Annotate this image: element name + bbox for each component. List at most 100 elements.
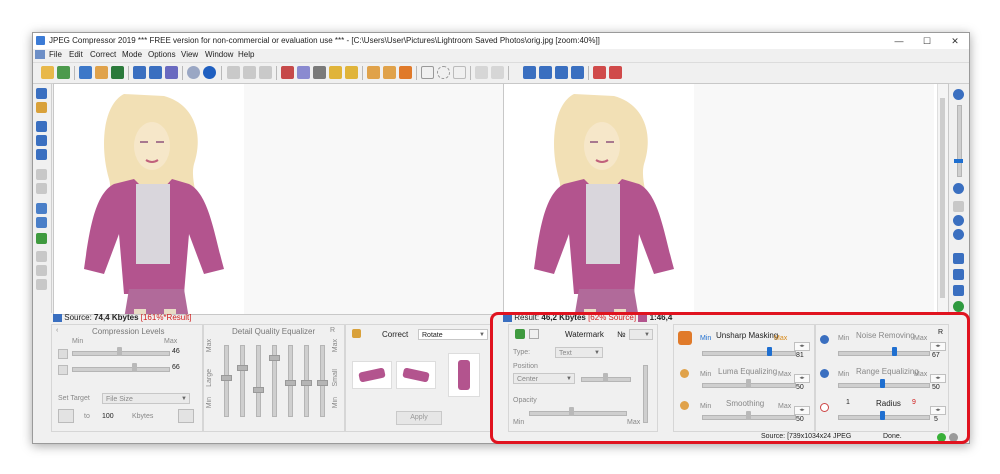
save-icon[interactable] (79, 66, 92, 79)
fit-icon[interactable] (491, 66, 504, 79)
eq-slider-2[interactable] (240, 345, 245, 417)
save-as-icon[interactable] (95, 66, 108, 79)
maximize-button[interactable]: ☐ (913, 33, 941, 49)
list-icon[interactable] (36, 251, 47, 262)
level2-toggle[interactable] (58, 365, 68, 375)
help-icon[interactable] (203, 66, 216, 79)
minimize-button[interactable]: — (885, 33, 913, 49)
zoom-fit-icon[interactable] (36, 135, 47, 146)
zoom-in-right-icon[interactable] (953, 89, 964, 100)
menu-file[interactable]: File (49, 50, 62, 59)
panel-middle-icon[interactable] (953, 269, 964, 280)
zoom-icon[interactable] (36, 121, 47, 132)
eq-knob-5[interactable] (285, 380, 296, 386)
equalizer-reset[interactable]: R (330, 327, 335, 334)
resize-icon[interactable] (297, 66, 310, 79)
level2-slider[interactable] (72, 367, 170, 372)
menu-edit[interactable]: Edit (69, 50, 83, 59)
target-type-select[interactable]: File Size ▼ (102, 393, 190, 404)
eq-knob-4[interactable] (269, 355, 280, 361)
menu-mode[interactable]: Mode (122, 50, 142, 59)
color-bars-icon[interactable] (36, 233, 47, 244)
export-icon[interactable] (111, 66, 124, 79)
result-vscrollbar[interactable] (937, 84, 948, 314)
correct-label: Correct (382, 330, 409, 339)
properties-icon[interactable] (149, 66, 162, 79)
split-view-icon[interactable] (227, 66, 240, 79)
chart-levels-icon[interactable] (36, 217, 47, 228)
result-scroll-thumb[interactable] (940, 98, 945, 298)
eq-knob-1[interactable] (221, 375, 232, 381)
panel-top-icon[interactable] (953, 253, 964, 264)
apply-button[interactable]: Apply (396, 411, 442, 425)
magnet-icon[interactable] (953, 301, 964, 312)
window-icon[interactable] (593, 66, 606, 79)
hand-icon[interactable] (367, 66, 380, 79)
right-toolbar (949, 83, 969, 321)
menu-options[interactable]: Options (148, 50, 176, 59)
menu-help[interactable]: Help (238, 50, 254, 59)
grid-small-icon[interactable] (36, 169, 47, 180)
key-icon[interactable] (36, 102, 47, 113)
fit-window-icon[interactable] (953, 201, 964, 212)
pan-icon[interactable] (383, 66, 396, 79)
crop-icon[interactable] (281, 66, 294, 79)
zoom-out-right-icon[interactable] (953, 183, 964, 194)
eq-knob-2[interactable] (237, 365, 248, 371)
edit-check-icon[interactable] (345, 66, 358, 79)
target-calc-button[interactable] (178, 409, 194, 423)
close-button[interactable]: ✕ (941, 33, 969, 49)
list-thumb-icon[interactable] (36, 279, 47, 290)
menu-correct[interactable]: Correct (90, 50, 116, 59)
eq-slider-1[interactable] (224, 345, 229, 417)
rotate-left-thumb[interactable] (352, 361, 392, 389)
menu-view[interactable]: View (181, 50, 198, 59)
eye-icon[interactable] (313, 66, 326, 79)
layout-horizontal-icon[interactable] (539, 66, 552, 79)
correct-select[interactable]: Rotate ▼ (418, 329, 488, 340)
list-detail-icon[interactable] (36, 265, 47, 276)
target-value[interactable]: 100 (102, 413, 114, 420)
zoom-out-icon[interactable] (36, 149, 47, 160)
eq-slider-3[interactable] (256, 345, 261, 417)
paint-icon[interactable] (399, 66, 412, 79)
zoom-slider[interactable] (957, 105, 962, 177)
info-icon[interactable] (187, 66, 200, 79)
rect-select-icon[interactable] (421, 66, 434, 79)
chart-bars-icon[interactable] (36, 203, 47, 214)
target-apply-button[interactable] (58, 409, 74, 423)
open-batch-icon[interactable] (57, 66, 70, 79)
rotate-right-thumb[interactable] (396, 361, 436, 389)
ellipse-select-icon[interactable] (437, 66, 450, 79)
zoom-slider-knob[interactable] (954, 159, 963, 163)
compare-icon[interactable] (243, 66, 256, 79)
document-icon[interactable] (35, 50, 45, 59)
lasso-icon[interactable] (453, 66, 466, 79)
histogram-icon[interactable] (259, 66, 272, 79)
panel-bottom-icon[interactable] (953, 285, 964, 296)
open-icon[interactable] (41, 66, 54, 79)
result-image-pane[interactable] (503, 83, 949, 315)
eq-knob-7[interactable] (317, 380, 328, 386)
level2-knob[interactable] (132, 363, 137, 372)
print-icon[interactable] (133, 66, 146, 79)
menu-window[interactable]: Window (205, 50, 233, 59)
zoom-in-icon[interactable] (36, 88, 47, 99)
grid-large-icon[interactable] (36, 183, 47, 194)
eq-knob-6[interactable] (301, 380, 312, 386)
layout-vertical-icon[interactable] (555, 66, 568, 79)
collapse-arrow[interactable]: ‹ (56, 327, 58, 334)
copy-icon[interactable] (165, 66, 178, 79)
edit-icon[interactable] (329, 66, 342, 79)
level1-toggle[interactable] (58, 349, 68, 359)
layout-single-icon[interactable] (571, 66, 584, 79)
source-image-pane[interactable] (53, 83, 521, 315)
navigator-icon[interactable] (953, 229, 964, 240)
flip-thumb[interactable] (448, 353, 480, 397)
eq-knob-3[interactable] (253, 387, 264, 393)
flag-icon[interactable] (609, 66, 622, 79)
actual-size-icon[interactable] (953, 215, 964, 226)
layout-cascade-icon[interactable] (523, 66, 536, 79)
level1-knob[interactable] (117, 347, 122, 356)
grid-icon[interactable] (475, 66, 488, 79)
